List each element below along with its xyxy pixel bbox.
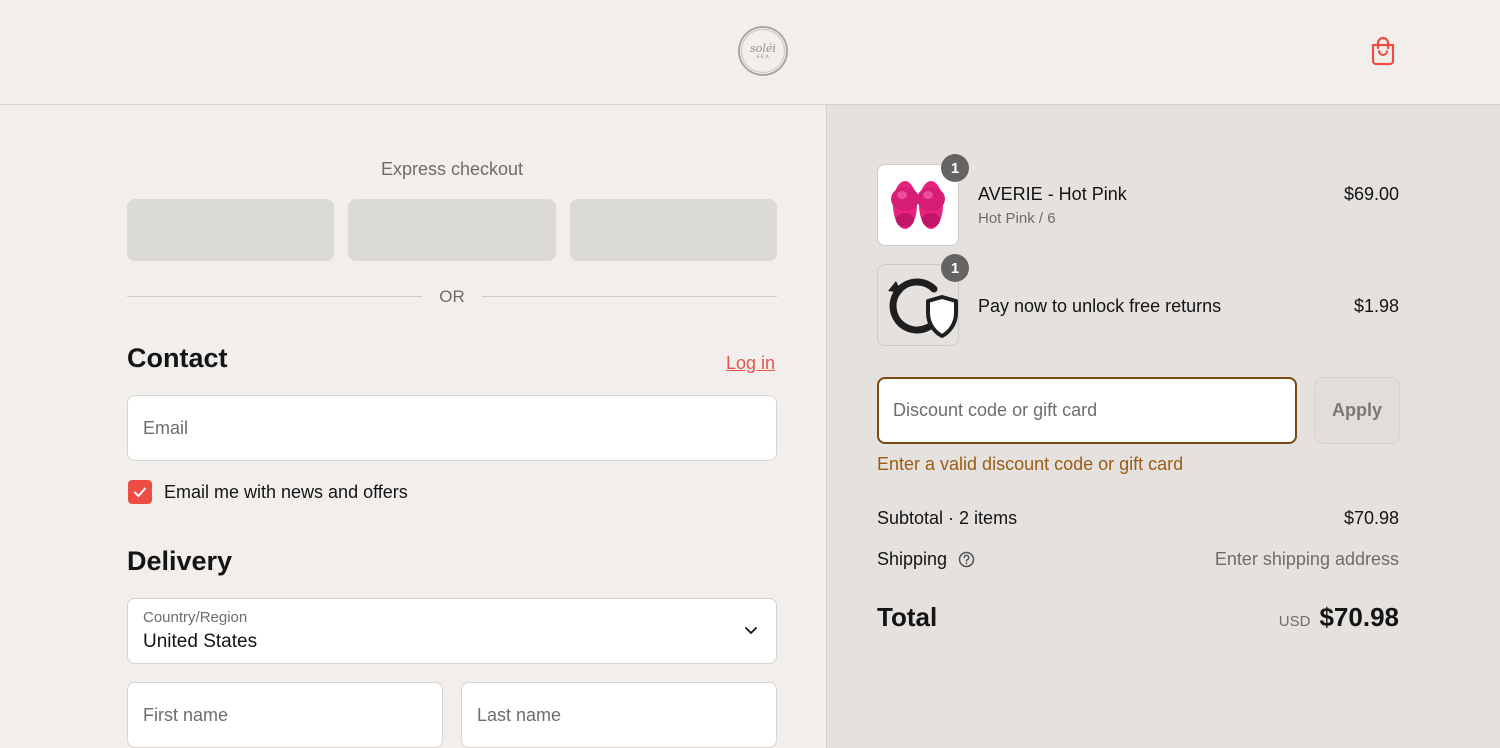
subtotal-value: $70.98 (1343, 508, 1399, 528)
newsletter-checkbox[interactable] (128, 480, 152, 504)
last-name-field[interactable] (461, 682, 777, 748)
country-select[interactable]: Country/Region United States (127, 598, 777, 664)
product-thumbnail: 1 (877, 154, 969, 246)
shipping-label: Shipping (877, 549, 948, 569)
or-text: OR (439, 287, 465, 306)
shopping-bag-icon[interactable] (1369, 36, 1397, 66)
checkout-form-column: Express checkout OR Contact Log in Email… (0, 105, 826, 748)
order-summary-column: 1 AVERIE - Hot Pink Hot Pink / 6 $69.00 … (826, 105, 1500, 748)
item-price: $1.98 (1353, 296, 1399, 316)
total-value-group: USD $70.98 (1279, 602, 1399, 633)
delivery-heading: Delivery (127, 546, 233, 576)
logo-subtext: SEA (756, 53, 770, 60)
quantity-badge: 1 (941, 154, 969, 182)
express-pay-button-1[interactable] (127, 199, 334, 261)
email-input[interactable] (128, 396, 776, 460)
discount-error-message: Enter a valid discount code or gift card (877, 454, 1184, 474)
subtotal-label: Subtotal · 2 items (877, 508, 1018, 528)
login-link[interactable]: Log in (726, 353, 775, 374)
email-field[interactable] (127, 395, 777, 461)
discount-field[interactable] (877, 377, 1297, 444)
apply-discount-button[interactable]: Apply (1314, 377, 1400, 444)
help-circle-icon[interactable] (958, 551, 975, 568)
item-variant: Hot Pink / 6 (978, 210, 1056, 227)
store-logo[interactable]: soléi SEA (738, 26, 788, 76)
divider-line-right (482, 296, 777, 297)
total-label: Total (877, 602, 938, 632)
express-checkout-title: Express checkout (380, 159, 524, 179)
item-name: Pay now to unlock free returns (978, 296, 1222, 316)
logo-ring: soléi SEA (741, 29, 785, 73)
newsletter-label: Email me with news and offers (164, 482, 408, 502)
logo-text: soléi (750, 41, 776, 55)
last-name-input[interactable] (462, 683, 776, 747)
contact-heading: Contact (127, 343, 228, 373)
express-pay-button-3[interactable] (570, 199, 777, 261)
shipping-row-label: Shipping (877, 549, 975, 570)
returns-thumbnail: 1 (877, 254, 969, 346)
quantity-badge: 1 (941, 254, 969, 282)
total-currency: USD (1278, 613, 1311, 630)
checkout-header: soléi SEA (0, 0, 1500, 105)
chevron-down-icon (745, 627, 757, 634)
first-name-input[interactable] (128, 683, 442, 747)
item-name: AVERIE - Hot Pink (978, 184, 1127, 204)
checkmark-icon (134, 487, 146, 497)
total-amount: $70.98 (1319, 602, 1399, 632)
shipping-value: Enter shipping address (1214, 549, 1399, 569)
country-select-value: United States (143, 631, 258, 652)
item-price: $69.00 (1343, 184, 1399, 204)
country-select-label: Country/Region (143, 609, 248, 626)
express-pay-button-2[interactable] (348, 199, 556, 261)
discount-input[interactable] (879, 379, 1295, 442)
first-name-field[interactable] (127, 682, 443, 748)
or-divider: OR (127, 287, 777, 307)
